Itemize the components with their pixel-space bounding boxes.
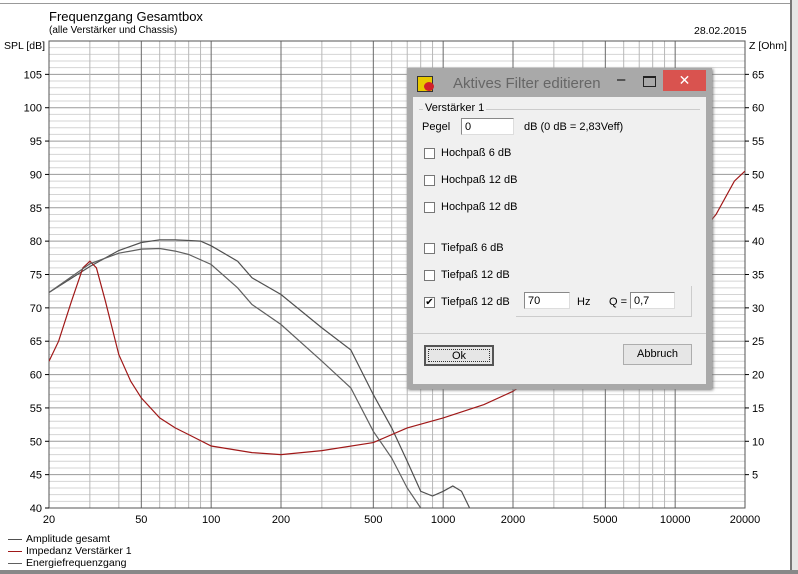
y-tick-label: 105 bbox=[24, 69, 42, 81]
legend-swatch bbox=[8, 562, 22, 564]
q-input[interactable]: 0,7 bbox=[630, 292, 675, 309]
y2-tick-label: 60 bbox=[752, 103, 764, 115]
y-tick-label: 85 bbox=[30, 203, 42, 215]
dialog-title: Aktives Filter editieren bbox=[453, 75, 601, 92]
y-tick-label: 90 bbox=[30, 169, 42, 181]
app-icon bbox=[417, 76, 434, 92]
legend-swatch bbox=[8, 550, 22, 552]
legend-swatch bbox=[8, 538, 22, 540]
y2-tick-label: 25 bbox=[752, 336, 764, 348]
dialog-divider bbox=[413, 333, 706, 334]
y-tick-label: 40 bbox=[30, 503, 42, 515]
lowpass-6db-checkbox[interactable] bbox=[424, 243, 435, 254]
pegel-unit: dB (0 dB = 2,83Veff) bbox=[524, 121, 624, 133]
y-tick-label: 65 bbox=[30, 336, 42, 348]
x-tick-label: 20000 bbox=[730, 514, 761, 526]
y-tick-label: 80 bbox=[30, 236, 42, 248]
x-tick-label: 500 bbox=[364, 514, 382, 526]
minimize-button[interactable]: – bbox=[617, 71, 625, 88]
x-tick-label: 10000 bbox=[660, 514, 691, 526]
legend-label: Energiefrequenzgang bbox=[26, 557, 127, 569]
cancel-button[interactable]: Abbruch bbox=[623, 344, 692, 365]
highpass-12db-checkbox-2[interactable] bbox=[424, 202, 435, 213]
y2-tick-label: 55 bbox=[752, 136, 764, 148]
y-tick-label: 100 bbox=[24, 103, 42, 115]
legend-item-energy: Energiefrequenzgang bbox=[8, 557, 126, 569]
maximize-button[interactable] bbox=[643, 76, 656, 87]
y2-tick-label: 50 bbox=[752, 169, 764, 181]
highpass-12db-label-2: Hochpaß 12 dB bbox=[441, 201, 518, 213]
y-tick-label: 55 bbox=[30, 403, 42, 415]
chart-date: 28.02.2015 bbox=[694, 25, 747, 37]
x-tick-label: 50 bbox=[135, 514, 147, 526]
x-tick-label: 2000 bbox=[501, 514, 525, 526]
ok-button[interactable]: Ok bbox=[424, 345, 494, 366]
window-right-border bbox=[790, 0, 798, 574]
y2-tick-label: 15 bbox=[752, 403, 764, 415]
dialog-titlebar[interactable]: Aktives Filter editieren – ✕ bbox=[407, 68, 712, 98]
x-tick-label: 1000 bbox=[431, 514, 455, 526]
close-button[interactable]: ✕ bbox=[663, 70, 706, 91]
y-tick-label: 75 bbox=[30, 270, 42, 282]
y-tick-label: 60 bbox=[30, 370, 42, 382]
lowpass-12db-checkbox[interactable] bbox=[424, 270, 435, 281]
group-label: Verstärker 1 bbox=[423, 102, 487, 114]
y2-tick-label: 40 bbox=[752, 236, 764, 248]
y2-tick-label: 35 bbox=[752, 270, 764, 282]
lowpass-12db-checkbox-2[interactable]: ✔ bbox=[424, 297, 435, 308]
lowpass-12db-label: Tiefpaß 12 dB bbox=[441, 269, 510, 281]
y2-tick-label: 10 bbox=[752, 436, 764, 448]
y2-tick-label: 65 bbox=[752, 69, 764, 81]
pegel-label: Pegel bbox=[422, 121, 451, 133]
x-tick-label: 20 bbox=[43, 514, 55, 526]
frequency-unit: Hz bbox=[577, 296, 591, 308]
highpass-6db-checkbox[interactable] bbox=[424, 148, 435, 159]
y-axis-label: SPL [dB] bbox=[4, 40, 46, 52]
y2-tick-label: 20 bbox=[752, 370, 764, 382]
legend-item-impedance: Impedanz Verstärker 1 bbox=[8, 545, 132, 557]
x-tick-label: 100 bbox=[202, 514, 220, 526]
highpass-6db-label: Hochpaß 6 dB bbox=[441, 147, 512, 159]
highpass-12db-checkbox[interactable] bbox=[424, 175, 435, 186]
y2-tick-label: 45 bbox=[752, 203, 764, 215]
y-tick-label: 70 bbox=[30, 303, 42, 315]
chart-subtitle: (alle Verstärker und Chassis) bbox=[49, 25, 178, 36]
q-label: Q = bbox=[609, 296, 628, 308]
pegel-input[interactable]: 0 bbox=[461, 118, 514, 135]
amplifier-group: Verstärker 1 bbox=[419, 102, 700, 114]
y-tick-label: 95 bbox=[30, 136, 42, 148]
frequency-input[interactable]: 70 bbox=[524, 292, 570, 309]
y-tick-label: 45 bbox=[30, 470, 42, 482]
window-bottom-border bbox=[0, 570, 798, 574]
x-tick-label: 5000 bbox=[593, 514, 617, 526]
x-tick-label: 200 bbox=[272, 514, 290, 526]
legend-label: Amplitude gesamt bbox=[26, 533, 111, 545]
chart-title: Frequenzgang Gesamtbox bbox=[49, 9, 203, 24]
dialog-body: Verstärker 1 Pegel 0 dB (0 dB = 2,83Veff… bbox=[413, 97, 706, 384]
y2-tick-label: 30 bbox=[752, 303, 764, 315]
y2-tick-label: 5 bbox=[752, 470, 758, 482]
filter-dialog: Aktives Filter editieren – ✕ Verstärker … bbox=[407, 68, 712, 389]
highpass-12db-label: Hochpaß 12 dB bbox=[441, 174, 518, 186]
lowpass-6db-label: Tiefpaß 6 dB bbox=[441, 242, 504, 254]
y2-axis-label: Z [Ohm] bbox=[749, 40, 787, 52]
lowpass-12db-label-2: Tiefpaß 12 dB bbox=[441, 296, 510, 308]
y-tick-label: 50 bbox=[30, 436, 42, 448]
legend-item-amplitude: Amplitude gesamt bbox=[8, 533, 110, 545]
legend-label: Impedanz Verstärker 1 bbox=[26, 545, 132, 557]
